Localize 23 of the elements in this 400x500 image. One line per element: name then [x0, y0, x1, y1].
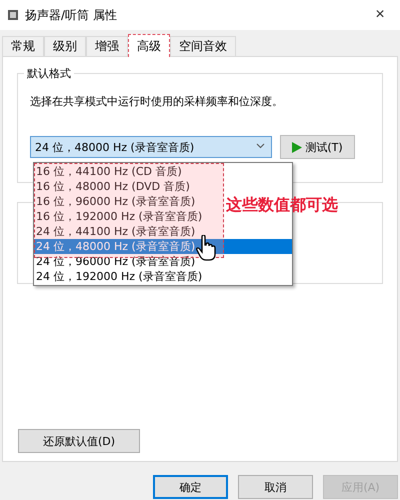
tab[interactable]: 增强 — [86, 36, 128, 56]
dropdown-option[interactable]: 16 位，44100 Hz (CD 音质) — [34, 164, 182, 179]
dialog-button[interactable]: 取消 — [238, 475, 313, 499]
description: 选择在共享模式中运行时使用的采样频率和位深度。 — [30, 94, 284, 109]
dropdown-option[interactable]: 16 位，96000 Hz (录音室音质) — [34, 194, 196, 209]
hand-cursor-icon — [196, 235, 216, 261]
restore-defaults-button[interactable]: 还原默认值(D) — [18, 429, 140, 453]
tab[interactable]: 空间音效 — [170, 36, 236, 56]
close-button[interactable]: × — [360, 0, 400, 30]
group-title: 默认格式 — [24, 66, 74, 81]
dropdown-option[interactable]: 24 位，192000 Hz (录音室音质) — [34, 269, 202, 284]
dropdown-option[interactable]: 16 位，192000 Hz (录音室音质) — [34, 209, 202, 224]
play-icon — [292, 142, 302, 152]
format-dropdown[interactable]: 24 位，48000 Hz (录音室音质) — [30, 136, 272, 158]
chevron-icon — [256, 143, 265, 149]
dialog-button[interactable]: 确定 — [153, 475, 228, 499]
test-button[interactable]: 测试(T) — [280, 135, 355, 159]
dropdown-option[interactable]: 24 位，44100 Hz (录音室音质) — [34, 224, 196, 239]
dropdown-option[interactable]: 16 位，48000 Hz (DVD 音质) — [34, 179, 190, 194]
tab[interactable]: 级别 — [44, 36, 86, 56]
tab[interactable]: 高级 — [128, 34, 170, 57]
window-title: 扬声器/听筒 属性 — [25, 6, 118, 24]
tab[interactable]: 常规 — [2, 36, 44, 56]
